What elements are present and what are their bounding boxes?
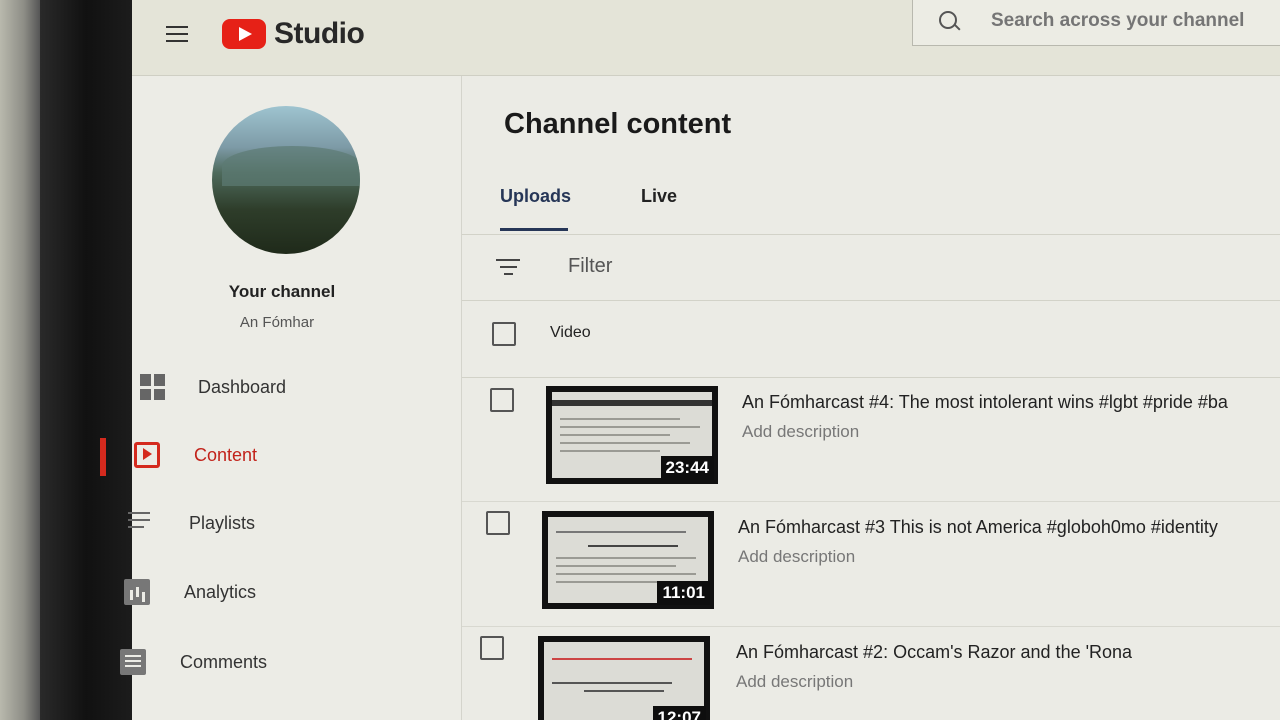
search-icon[interactable] xyxy=(937,9,961,33)
hamburger-menu-icon[interactable] xyxy=(166,26,190,46)
video-duration: 12:07 xyxy=(652,706,706,720)
video-thumbnail[interactable]: 12:07 xyxy=(538,636,710,720)
laptop-bezel-edge xyxy=(0,0,40,720)
search-box[interactable] xyxy=(912,0,1280,46)
comments-icon xyxy=(120,649,146,675)
content-icon xyxy=(134,442,160,468)
active-tab-underline xyxy=(500,228,568,231)
sidebar-item-label: Comments xyxy=(180,651,268,672)
sidebar-item-label: Content xyxy=(194,444,258,465)
page-title: Channel content xyxy=(504,108,732,140)
tab-uploads[interactable]: Uploads xyxy=(500,186,571,207)
table-row: 23:44 An Fómharcast #4: The most intoler… xyxy=(462,378,1280,502)
channel-avatar[interactable] xyxy=(212,106,360,254)
column-header-video: Video xyxy=(550,324,591,341)
sidebar-item-comments[interactable]: Comments xyxy=(120,637,462,687)
row-checkbox[interactable] xyxy=(490,388,514,412)
playlists-icon xyxy=(128,512,154,538)
row-checkbox[interactable] xyxy=(486,511,510,535)
table-row: 12:07 An Fómharcast #2: Occam's Razor an… xyxy=(462,628,1280,720)
search-input[interactable] xyxy=(991,10,1280,32)
row-checkbox[interactable] xyxy=(480,636,504,660)
sidebar-item-label: Analytics xyxy=(184,581,257,602)
laptop-bezel xyxy=(40,0,132,720)
dashboard-icon xyxy=(140,374,166,400)
sidebar-item-content[interactable]: Content xyxy=(100,430,462,480)
video-thumbnail[interactable]: 11:01 xyxy=(542,511,714,609)
youtube-play-icon xyxy=(222,19,266,49)
video-title[interactable]: An Fómharcast #3 This is not America #gl… xyxy=(738,517,1218,538)
sidebar-item-analytics[interactable]: Analytics xyxy=(124,567,462,617)
main-content: Channel content Uploads Live Filter Vide… xyxy=(462,76,1280,720)
sidebar-item-label: Playlists xyxy=(189,512,256,533)
add-description-link[interactable]: Add description xyxy=(738,547,855,567)
active-indicator xyxy=(100,438,106,476)
tab-live[interactable]: Live xyxy=(641,186,677,207)
table-header: Video xyxy=(462,302,1280,378)
analytics-icon xyxy=(124,579,150,605)
table-row: 11:01 An Fómharcast #3 This is not Ameri… xyxy=(462,503,1280,627)
sidebar-item-playlists[interactable]: Playlists xyxy=(128,498,462,548)
filter-bar[interactable]: Filter xyxy=(462,235,1280,301)
add-description-link[interactable]: Add description xyxy=(742,422,859,442)
top-bar: Studio xyxy=(132,0,1280,76)
sidebar-item-label: Dashboard xyxy=(198,376,287,397)
channel-name: An Fómhar xyxy=(239,314,315,331)
video-duration: 23:44 xyxy=(660,456,714,480)
filter-label[interactable]: Filter xyxy=(568,255,612,278)
studio-logo[interactable]: Studio xyxy=(222,16,365,52)
sidebar-item-dashboard[interactable]: Dashboard xyxy=(132,362,462,412)
video-title[interactable]: An Fómharcast #2: Occam's Razor and the … xyxy=(736,642,1132,663)
video-duration: 11:01 xyxy=(657,581,710,605)
video-title[interactable]: An Fómharcast #4: The most intolerant wi… xyxy=(742,392,1228,413)
video-thumbnail[interactable]: 23:44 xyxy=(546,386,718,484)
select-all-checkbox[interactable] xyxy=(492,322,516,346)
filter-icon[interactable] xyxy=(496,259,520,277)
sidebar: Your channel An Fómhar Dashboard Content… xyxy=(100,76,462,720)
add-description-link[interactable]: Add description xyxy=(736,672,853,692)
logo-text: Studio xyxy=(274,17,365,50)
your-channel-label[interactable]: Your channel xyxy=(132,282,432,302)
